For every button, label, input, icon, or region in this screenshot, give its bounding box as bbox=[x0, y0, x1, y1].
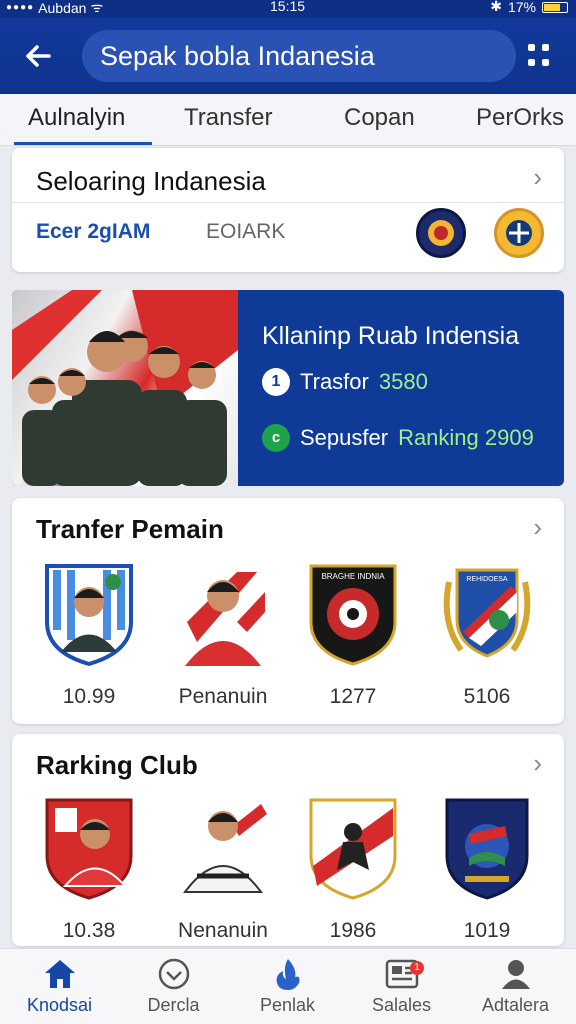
tab-aulnalyin[interactable]: Aulnalyin bbox=[28, 104, 125, 132]
number-one-icon: 1 bbox=[262, 368, 290, 396]
crest-text: BRAGHE INDNIA bbox=[321, 572, 385, 581]
ranking-item[interactable]: 1986 bbox=[288, 796, 418, 943]
flame-icon bbox=[230, 957, 345, 991]
status-left: ●●●● Aubdan ᯤ bbox=[6, 0, 103, 17]
transfer-value: 1277 bbox=[329, 685, 377, 708]
nav-label: Adtalera bbox=[481, 995, 550, 1015]
battery-percent: 17% bbox=[507, 0, 536, 15]
standings-title: Seloaring Indanesia bbox=[36, 166, 266, 196]
check-circle-icon bbox=[116, 957, 231, 991]
person-icon bbox=[458, 957, 573, 991]
chevron-right-icon[interactable]: › bbox=[533, 162, 542, 193]
battery-icon bbox=[542, 2, 568, 13]
ranking-item[interactable]: Nenanuin bbox=[158, 796, 288, 943]
standings-subtext: EOIARK bbox=[206, 220, 286, 243]
nav-item-penlak[interactable]: Penlak bbox=[230, 957, 345, 1016]
ranking-value: 1986 bbox=[329, 919, 377, 942]
green-status-icon: c bbox=[262, 424, 290, 452]
app-bar: Sepak bobla Indanesia bbox=[0, 18, 576, 94]
transfer-value: Penanuin bbox=[178, 685, 268, 708]
banner-row-transfer: 1 Trasfor 3580 bbox=[262, 368, 428, 396]
tab-bar: Aulnalyin Transfer Copan PerOrks bbox=[0, 94, 576, 146]
transfer-item[interactable]: REHIDOESA 5106 bbox=[422, 562, 552, 709]
ranking-value: 1019 bbox=[463, 919, 511, 942]
transfer-item[interactable]: Penanuin bbox=[158, 562, 288, 709]
home-icon bbox=[2, 957, 117, 991]
transfer-item[interactable]: 10.99 bbox=[24, 562, 154, 709]
tab-transfer[interactable]: Transfer bbox=[184, 104, 272, 132]
banner-row1-value: 3580 bbox=[378, 369, 428, 394]
club-crest-wreath-icon: REHIDOESA bbox=[443, 568, 531, 658]
standings-card[interactable]: Seloaring Indanesia › Ecer 2gIAM EOIARK bbox=[12, 148, 564, 272]
crest-text: REHIDOESA bbox=[466, 576, 508, 583]
nav-label: Salales bbox=[371, 995, 432, 1015]
standings-link[interactable]: Ecer 2gIAM bbox=[36, 220, 150, 244]
carrier-name: Aubdan bbox=[38, 0, 87, 16]
active-tab-indicator bbox=[14, 142, 152, 145]
back-arrow-icon[interactable] bbox=[18, 36, 58, 76]
nav-item-salales[interactable]: 1 Salales bbox=[344, 957, 459, 1016]
promo-banner[interactable]: Kllaninp Ruab Indensia 1 Trasfor 3580 c … bbox=[12, 290, 564, 486]
club-crest-black-icon: BRAGHE INDNIA bbox=[309, 564, 397, 666]
transfer-card: Tranfer Pemain › 10.99 Penanuin BRAGHE I… bbox=[12, 498, 564, 724]
banner-row2-value: Ranking 2909 bbox=[398, 425, 534, 450]
search-bar[interactable]: Sepak bobla Indanesia bbox=[82, 30, 516, 82]
status-bar: ●●●● Aubdan ᯤ 15:15 ✱ 17% bbox=[0, 0, 576, 18]
grid-menu-icon[interactable] bbox=[528, 44, 552, 68]
ranking-value: Nenanuin bbox=[178, 919, 268, 942]
player-crest-red-icon bbox=[45, 798, 133, 900]
transfer-value: 5106 bbox=[463, 685, 511, 708]
nav-item-home[interactable]: Knodsai bbox=[2, 957, 117, 1016]
banner-row1-label: Trasfor bbox=[300, 369, 369, 394]
team-photo bbox=[12, 290, 238, 486]
banner-row2-label: Sepusfer bbox=[300, 425, 389, 450]
wifi-icon: ᯤ bbox=[90, 0, 104, 15]
club-crest-navy-icon bbox=[445, 798, 529, 900]
player-red-icon bbox=[185, 572, 265, 666]
banner-row-ranking: c Sepusfer Ranking 2909 bbox=[262, 424, 534, 452]
player-crest-blue-icon bbox=[45, 564, 133, 667]
banner-title: Kllaninp Ruab Indensia bbox=[262, 322, 520, 350]
tab-copan[interactable]: Copan bbox=[344, 104, 415, 132]
divider bbox=[12, 202, 564, 203]
ranking-value: 10.38 bbox=[62, 919, 116, 942]
signal-icon: ●●●● bbox=[6, 2, 35, 13]
clock: 15:15 bbox=[270, 0, 306, 14]
ranking-item[interactable]: 1019 bbox=[422, 796, 552, 943]
nav-label: Knodsai bbox=[26, 995, 93, 1015]
player-white-icon bbox=[183, 804, 267, 893]
chevron-right-icon[interactable]: › bbox=[533, 512, 542, 543]
tab-perorks[interactable]: PerOrks bbox=[476, 104, 564, 132]
transfer-value: 10.99 bbox=[62, 685, 116, 708]
news-icon bbox=[344, 957, 459, 991]
transfer-title: Tranfer Pemain bbox=[36, 514, 224, 544]
status-right: ✱ 17% bbox=[490, 0, 568, 15]
notification-badge: 1 bbox=[410, 961, 424, 975]
ranking-item[interactable]: 10.38 bbox=[24, 796, 154, 943]
nav-label: Penlak bbox=[259, 995, 316, 1015]
chevron-right-icon[interactable]: › bbox=[533, 748, 542, 779]
nav-item-adtalera[interactable]: Adtalera bbox=[458, 957, 573, 1016]
club-crest-redwhite-icon bbox=[309, 798, 397, 900]
club-badge-icon[interactable] bbox=[416, 208, 466, 258]
bottom-navigation: Knodsai Dercla Penlak 1 Salales Adtalera bbox=[0, 948, 576, 1024]
club-badge-icon[interactable] bbox=[494, 208, 544, 258]
ranking-title: Rarking Club bbox=[36, 750, 198, 780]
bluetooth-icon: ✱ bbox=[490, 0, 502, 14]
ranking-card: Rarking Club › 10.38 Nenanuin 1986 1019 bbox=[12, 734, 564, 946]
transfer-item[interactable]: BRAGHE INDNIA 1277 bbox=[288, 562, 418, 709]
nav-label: Dercla bbox=[147, 995, 200, 1015]
nav-item-dercla[interactable]: Dercla bbox=[116, 957, 231, 1016]
